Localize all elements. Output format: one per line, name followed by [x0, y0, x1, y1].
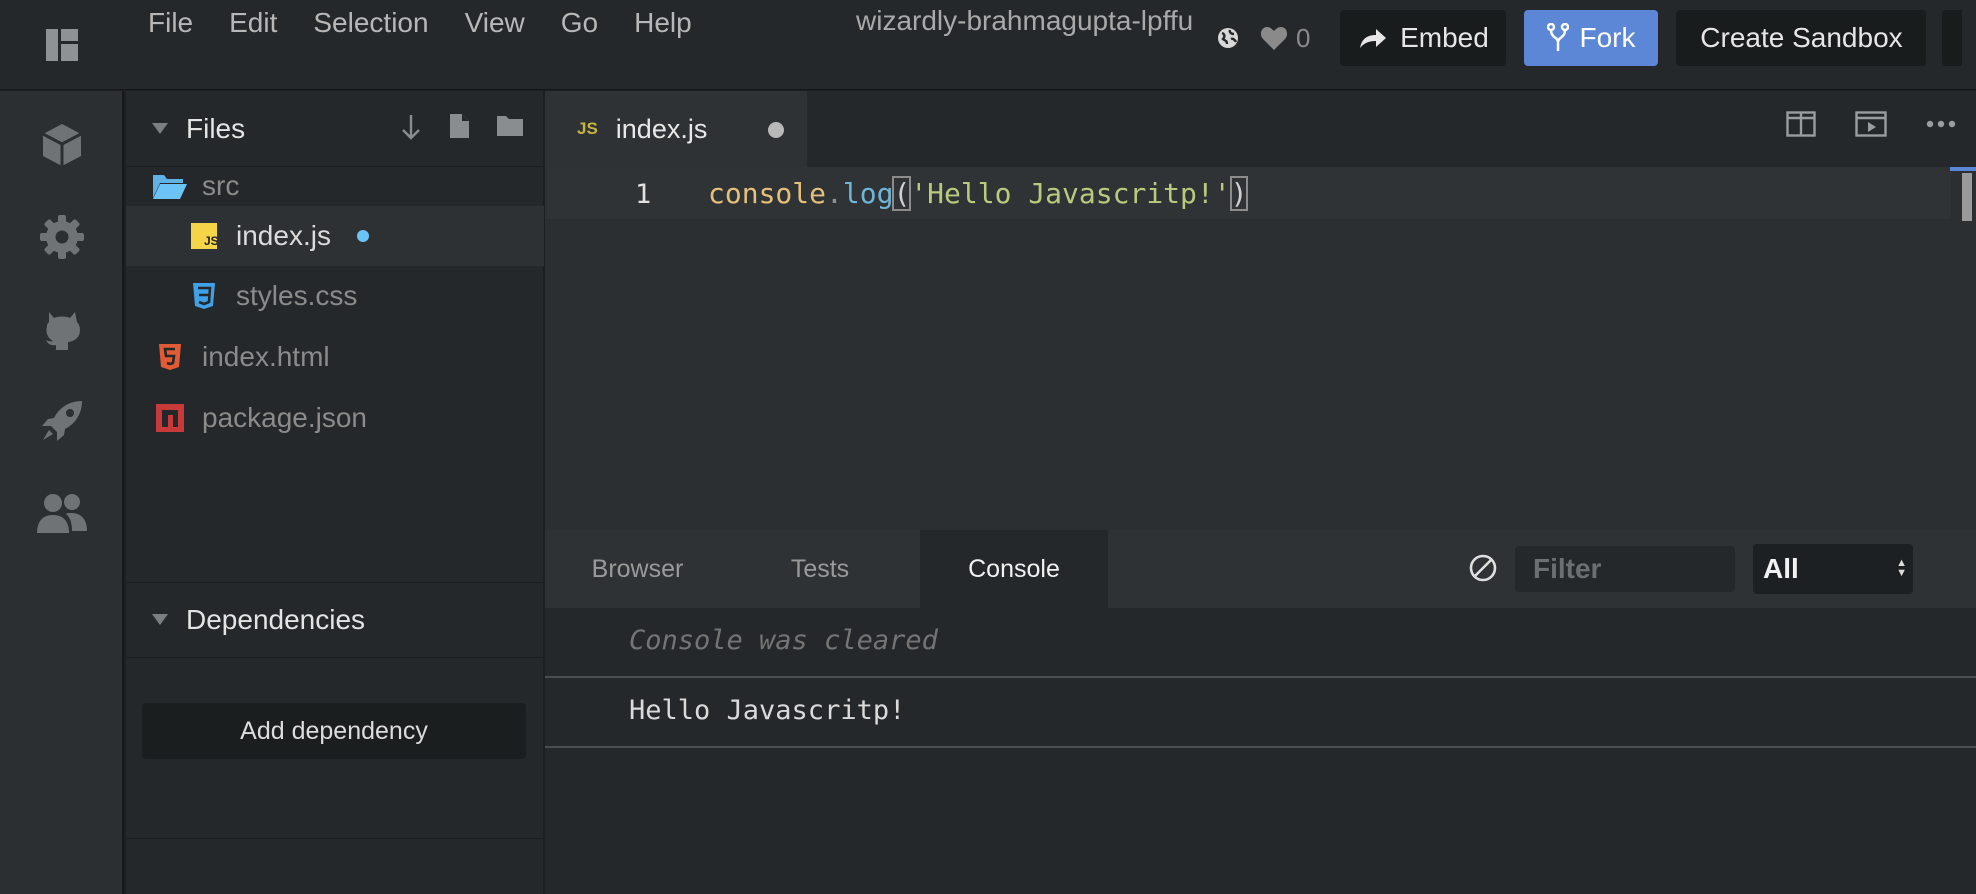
token-string: 'Hello Javascritp!' — [910, 177, 1231, 210]
chevron-down-icon — [152, 122, 168, 134]
menu-edit[interactable]: Edit — [211, 4, 295, 42]
svg-text:JS: JS — [204, 234, 217, 248]
fork-label: Fork — [1579, 22, 1636, 53]
close-modified-dot-icon[interactable] — [768, 122, 784, 138]
panel-divider — [126, 838, 544, 839]
js-tab-badge: JS — [577, 119, 598, 138]
folder-open-icon — [152, 172, 188, 200]
editor-scrollbar[interactable] — [1950, 167, 1976, 530]
dependencies-title: Dependencies — [186, 603, 366, 635]
devtools-tab-bar: Browser Tests Console All ▲▼ — [545, 530, 1976, 608]
like-count: 0 — [1296, 22, 1311, 53]
scrollbar-accent — [1950, 167, 1976, 171]
token-method: log — [842, 177, 894, 210]
tree-item-label: src — [202, 170, 240, 201]
fork-icon — [1547, 23, 1570, 51]
token-open-paren: ( — [892, 176, 912, 211]
more-options-icon[interactable] — [1906, 111, 1976, 137]
fork-button[interactable]: Fork — [1524, 10, 1659, 66]
embed-label: Embed — [1400, 22, 1489, 53]
embed-button[interactable]: Embed — [1340, 10, 1507, 66]
share-arrow-icon — [1360, 29, 1387, 48]
line-number: 1 — [635, 179, 652, 210]
files-header-actions — [374, 113, 524, 141]
split-editor-icon[interactable] — [1766, 111, 1836, 137]
token-dot: . — [826, 177, 843, 210]
css-file-icon — [186, 282, 222, 310]
console-message: Hello Javascritp! — [545, 678, 1976, 748]
tab-tests[interactable]: Tests — [730, 530, 910, 608]
tab-console[interactable]: Console — [920, 530, 1108, 608]
gear-icon[interactable] — [34, 209, 90, 265]
menu-help[interactable]: Help — [616, 4, 710, 42]
code-text[interactable]: console.log('Hello Javascritp!') — [708, 176, 1249, 211]
create-sandbox-button[interactable]: Create Sandbox — [1676, 10, 1927, 66]
menu-file[interactable]: File — [132, 4, 211, 42]
console-message: Console was cleared — [545, 608, 1976, 678]
heart-icon — [1260, 27, 1288, 50]
editor-actions — [1766, 111, 1976, 137]
chevron-down-icon — [152, 613, 168, 625]
top-actions: 0 Embed Fork Create Sandbox — [1216, 10, 1963, 66]
console-log-text: Hello Javascritp! — [629, 695, 906, 726]
privacy-globe-icon[interactable] — [1216, 26, 1248, 50]
select-arrows-icon: ▲ ▼ — [1896, 557, 1907, 579]
unsaved-indicator — [356, 230, 369, 242]
log-level-select[interactable]: All ▲ ▼ — [1753, 544, 1913, 594]
code-line[interactable]: 1 console.log('Hello Javascritp!') — [545, 167, 1951, 219]
console-cleared-text: Console was cleared — [629, 625, 938, 656]
tab-label: index.js — [615, 113, 708, 144]
sandbox-title[interactable]: wizardly-brahmagupta-lpffu — [856, 4, 1196, 38]
main-menu: File Edit Selection View Go Help — [132, 4, 710, 42]
preview-icon[interactable] — [1836, 111, 1906, 137]
new-file-icon[interactable] — [448, 113, 470, 141]
html-file-icon — [152, 343, 188, 371]
menu-selection[interactable]: Selection — [295, 4, 446, 42]
profile-button[interactable] — [1942, 10, 1963, 66]
like-counter[interactable]: 0 — [1260, 23, 1310, 54]
js-file-icon: JS — [186, 223, 222, 249]
tree-item-label: index.js — [236, 220, 331, 251]
dashboard-logo-icon[interactable] — [0, 0, 124, 90]
token-object: console — [708, 177, 827, 210]
tree-item-label: styles.css — [236, 280, 358, 311]
tree-file-package-json[interactable]: package.json — [126, 388, 544, 448]
console-filter-input[interactable] — [1515, 546, 1735, 592]
rocket-icon[interactable] — [34, 393, 90, 449]
menu-view[interactable]: View — [447, 4, 543, 42]
tab-index-js[interactable]: JS index.js — [545, 91, 807, 167]
activity-rail — [0, 91, 124, 894]
tree-item-label: index.html — [202, 341, 330, 372]
tab-browser[interactable]: Browser — [545, 530, 730, 608]
dependencies-header[interactable]: Dependencies — [126, 582, 544, 658]
tree-file-index-html[interactable]: index.html — [126, 327, 544, 387]
users-icon[interactable] — [34, 485, 90, 541]
download-icon[interactable] — [400, 113, 422, 141]
cube-icon[interactable] — [34, 117, 90, 173]
add-dependency-button[interactable]: Add dependency — [142, 703, 526, 759]
files-title: Files — [186, 112, 246, 144]
menu-go[interactable]: Go — [543, 4, 616, 42]
top-menubar: File Edit Selection View Go Help wizardl… — [0, 0, 1976, 90]
code-editor[interactable]: 1 console.log('Hello Javascritp!') — [545, 167, 1976, 530]
new-folder-icon[interactable] — [496, 113, 524, 141]
npm-file-icon — [152, 404, 188, 432]
codesandbox-app: File Edit Selection View Go Help wizardl… — [0, 0, 1976, 894]
tree-file-styles-css[interactable]: styles.css — [126, 266, 544, 326]
editor-tab-bar: JS index.js — [545, 91, 1976, 167]
tree-file-index-js[interactable]: JS index.js — [126, 206, 544, 266]
scrollbar-thumb[interactable] — [1962, 173, 1972, 221]
console-output: Console was cleared Hello Javascritp! — [545, 608, 1976, 894]
token-close-paren: ) — [1229, 176, 1249, 211]
tree-item-label: package.json — [202, 402, 368, 433]
files-panel: Files src JS index.js styles.css index.h… — [126, 91, 544, 894]
github-icon[interactable] — [34, 301, 90, 357]
log-level-value: All — [1763, 553, 1799, 584]
create-sandbox-label: Create Sandbox — [1700, 22, 1903, 53]
clear-console-icon[interactable] — [1467, 552, 1499, 589]
